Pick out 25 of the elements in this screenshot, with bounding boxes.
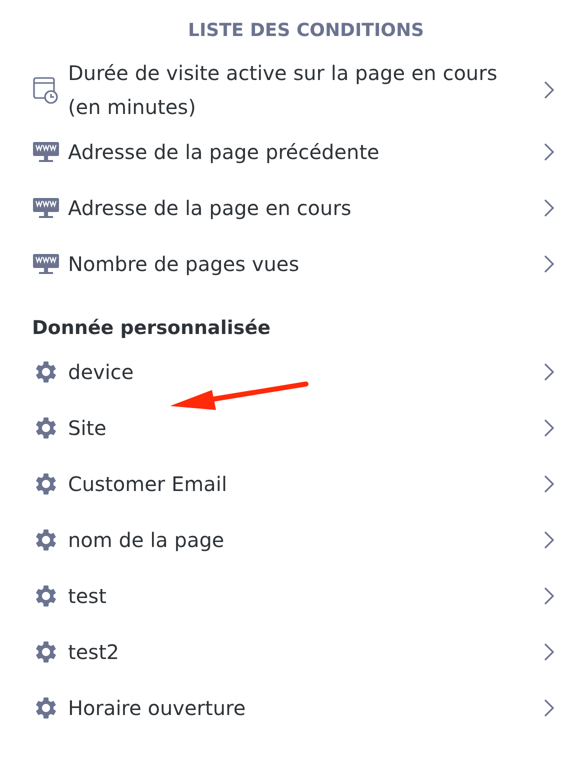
condition-item[interactable]: Site xyxy=(32,400,580,456)
condition-item[interactable]: Customer Email xyxy=(32,456,580,512)
condition-item[interactable]: Nombre de pages vues xyxy=(32,236,580,292)
condition-item[interactable]: Durée de visite active sur la page en cours (en minutes) xyxy=(32,56,580,124)
list-title: LISTE DES CONDITIONS xyxy=(187,19,425,43)
condition-item[interactable]: device xyxy=(32,344,580,400)
chevron-right-icon xyxy=(542,80,556,100)
chevron-right-icon xyxy=(542,418,556,438)
chevron-right-icon xyxy=(542,586,556,606)
schedule-icon xyxy=(32,74,60,105)
chevron-right-icon xyxy=(542,474,556,494)
chevron-right-icon xyxy=(542,642,556,662)
chevron-right-icon xyxy=(542,362,556,382)
chevron-right-icon xyxy=(542,198,556,218)
chevron-right-icon xyxy=(542,142,556,162)
chevron-right-icon xyxy=(542,254,556,274)
chevron-right-icon xyxy=(542,530,556,550)
condition-item[interactable]: Adresse de la page en cours xyxy=(32,180,580,236)
chevron-right-icon xyxy=(542,698,556,718)
section-heading: Donnée personnalisée xyxy=(32,316,272,341)
condition-item[interactable]: test xyxy=(32,568,580,624)
condition-item[interactable]: Adresse de la page précédente xyxy=(32,124,580,180)
condition-item[interactable]: Horaire ouverture xyxy=(32,680,580,736)
condition-item[interactable]: nom de la page xyxy=(32,512,580,568)
condition-item[interactable]: test2 xyxy=(32,624,580,680)
